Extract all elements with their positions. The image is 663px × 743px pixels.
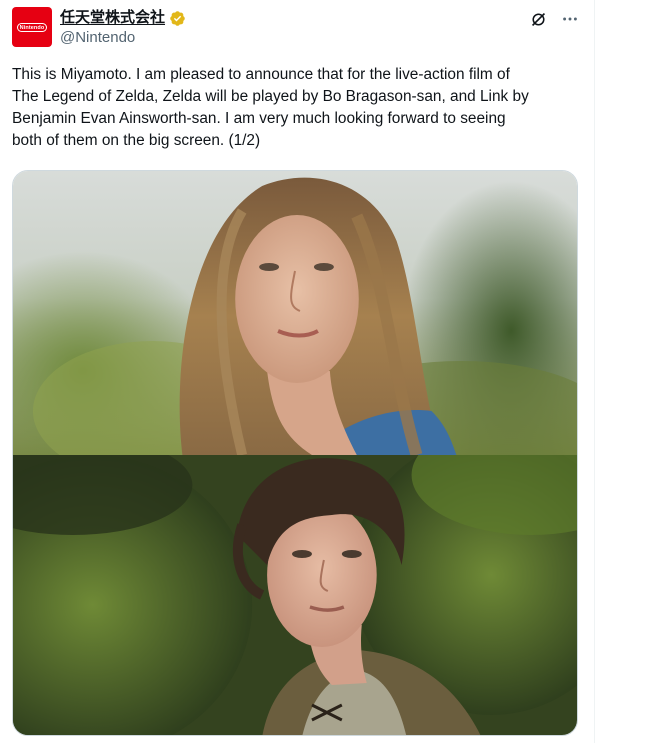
display-name[interactable]: 任天堂株式会社 (60, 8, 165, 28)
media-grid (12, 170, 578, 736)
tweet-text: This is Miyamoto. I am pleased to announ… (12, 66, 529, 149)
avatar[interactable]: Nintendo (12, 7, 52, 47)
handle[interactable]: @Nintendo (60, 28, 186, 48)
nintendo-logo: Nintendo (17, 22, 47, 32)
more-icon[interactable] (560, 9, 580, 29)
top-actions (528, 9, 580, 29)
zelda-actress-photo[interactable] (13, 171, 577, 455)
verified-badge-icon[interactable] (169, 10, 186, 27)
link-actor-photo[interactable] (13, 455, 577, 735)
tweet-card[interactable]: Nintendo 任天堂株式会社 @Nintendo This is Miyam… (0, 0, 595, 743)
grok-icon[interactable] (528, 9, 548, 29)
display-name-row: 任天堂株式会社 (60, 8, 186, 28)
author-block: 任天堂株式会社 @Nintendo (60, 8, 186, 48)
